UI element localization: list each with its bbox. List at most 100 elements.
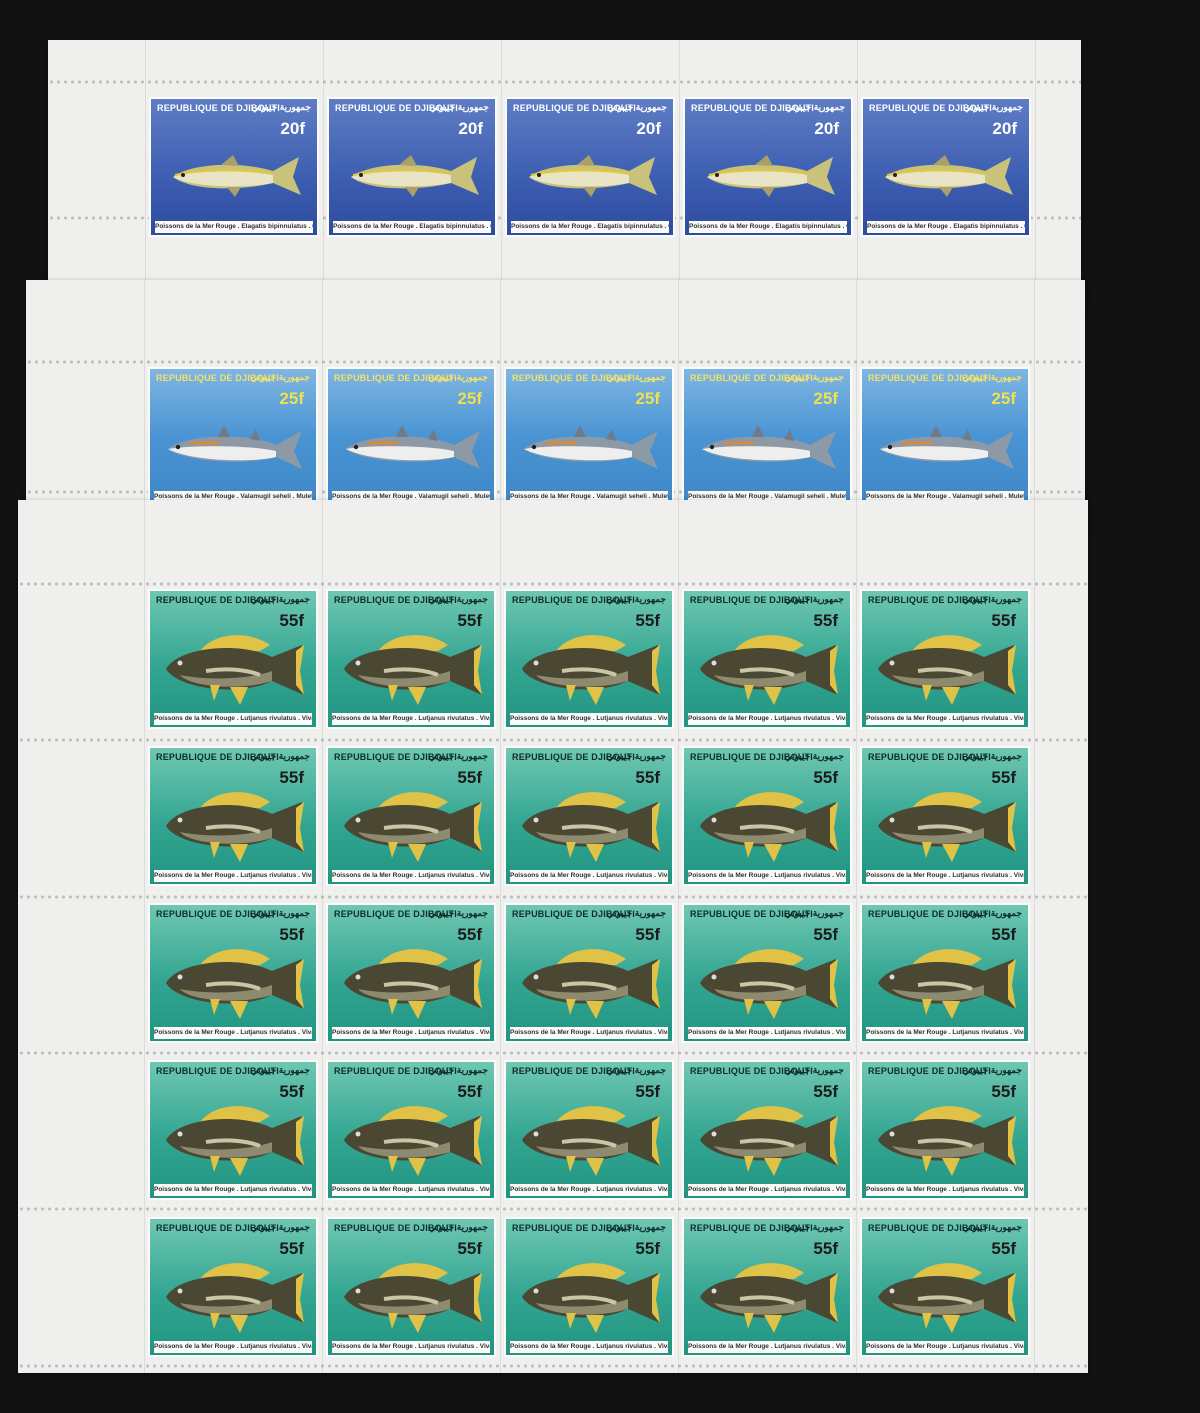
stamp-55f: REPUBLIQUE DE DJIBOUTI جمهورية جيبوتي 55f P… [682, 589, 852, 729]
gutter-line [322, 280, 323, 530]
stamp-55f: REPUBLIQUE DE DJIBOUTI جمهورية جيبوتي 55f P… [860, 589, 1030, 729]
snapper-fish-icon [878, 949, 1016, 1019]
stamp-caption: Poissons de la Mer Rouge . Lutjanus rivu… [510, 870, 668, 882]
stamp-country-arabic: جمهورية جيبوتي [606, 1222, 666, 1232]
snapper-fish-icon [700, 635, 838, 705]
stamp-25f: REPUBLIQUE DE DJIBOUTI جمهورية جيبوتي 25f P… [326, 367, 496, 507]
stamp-value: 25f [635, 389, 660, 408]
yellowtail-fish-icon [529, 155, 657, 197]
stamp-value: 55f [635, 1239, 660, 1258]
stamp-caption: Poissons de la Mer Rouge . Lutjanus rivu… [332, 1027, 490, 1039]
stamp-25f: REPUBLIQUE DE DJIBOUTI جمهورية جيبوتي 25f P… [682, 367, 852, 507]
stamp-value: 20f [992, 119, 1017, 138]
stamp-value: 55f [457, 768, 482, 787]
stamp-country-arabic: جمهورية جيبوتي [606, 594, 666, 604]
stamp-value: 55f [813, 1082, 838, 1101]
snapper-fish-icon [166, 635, 304, 705]
stamp-55f: REPUBLIQUE DE DJIBOUTI جمهورية جيبوتي 55f P… [860, 1060, 1030, 1200]
stamp-55f: REPUBLIQUE DE DJIBOUTI جمهورية جيبوتي 55f P… [148, 903, 318, 1043]
stamp-country-arabic: جمهورية جيبوتي [250, 751, 310, 761]
stamp-country-arabic: جمهورية جيبوتي [606, 908, 666, 918]
stamp-country-arabic: جمهورية جيبوتي [606, 1065, 666, 1075]
stamp-country-arabic: جمهورية جيبوتي [250, 594, 310, 604]
stamp-value: 55f [813, 768, 838, 787]
gutter-line [1034, 500, 1035, 1373]
stamp-country-arabic: جمهورية جيبوتي [962, 908, 1022, 918]
snapper-fish-icon [166, 792, 304, 862]
perforation-row [18, 1048, 1088, 1058]
stamp-caption: Poissons de la Mer Rouge . Lutjanus rivu… [332, 1184, 490, 1196]
stamp-value: 55f [813, 611, 838, 630]
stamp-caption: Poissons de la Mer Rouge . Lutjanus rivu… [154, 1027, 312, 1039]
stamp-value: 55f [279, 1082, 304, 1101]
stamp-country-arabic: جمهورية جيبوتي [962, 1222, 1022, 1232]
stamp-caption: Poissons de la Mer Rouge . Lutjanus rivu… [510, 1027, 668, 1039]
snapper-fish-icon [522, 1106, 660, 1176]
stamp-caption: Poissons de la Mer Rouge . Elagatis bipi… [867, 221, 1025, 233]
stamp-value: 55f [457, 1082, 482, 1101]
snapper-fish-icon [344, 635, 482, 705]
gutter-line [678, 280, 679, 530]
stamp-caption: Poissons de la Mer Rouge . Lutjanus rivu… [688, 1341, 846, 1353]
stamp-caption: Poissons de la Mer Rouge . Lutjanus rivu… [866, 713, 1024, 725]
stamp-country-arabic: جمهورية جيبوتي [784, 594, 844, 604]
stamp-20f: REPUBLIQUE DE DJIBOUTI جمهورية جيبوتي 20f P… [327, 97, 497, 237]
stamp-caption: Poissons de la Mer Rouge . Lutjanus rivu… [154, 870, 312, 882]
gutter-line [1034, 280, 1035, 530]
stamp-value: 55f [279, 768, 304, 787]
stamp-value: 55f [279, 611, 304, 630]
mullet-fish-icon [346, 425, 480, 469]
stamp-value: 55f [991, 925, 1016, 944]
stamp-country-arabic: جمهورية جيبوتي [250, 1065, 310, 1075]
stamp-caption: Poissons de la Mer Rouge . Lutjanus rivu… [866, 1184, 1024, 1196]
stamp-value: 20f [458, 119, 483, 138]
stamp-55f: REPUBLIQUE DE DJIBOUTI جمهورية جيبوتي 55f P… [682, 903, 852, 1043]
stamp-country-arabic: جمهورية جيبوتي [428, 1065, 488, 1075]
stamp-55f: REPUBLIQUE DE DJIBOUTI جمهورية جيبوتي 55f P… [504, 589, 674, 729]
stamp-55f: REPUBLIQUE DE DJIBOUTI جمهورية جيبوتي 55f P… [148, 589, 318, 729]
stamp-20f: REPUBLIQUE DE DJIBOUTI جمهورية جيبوتي 20f P… [861, 97, 1031, 237]
stamp-55f: REPUBLIQUE DE DJIBOUTI جمهورية جيبوتي 55f P… [860, 903, 1030, 1043]
stamp-55f: REPUBLIQUE DE DJIBOUTI جمهورية جيبوتي 55f P… [148, 746, 318, 886]
stamp-caption: Poissons de la Mer Rouge . Lutjanus rivu… [332, 1341, 490, 1353]
gutter-line [678, 500, 679, 1373]
yellowtail-fish-icon [351, 155, 479, 197]
snapper-fish-icon [878, 792, 1016, 862]
snapper-fish-icon [522, 792, 660, 862]
stamp-caption: Poissons de la Mer Rouge . Lutjanus rivu… [510, 713, 668, 725]
stamp-55f: REPUBLIQUE DE DJIBOUTI جمهورية جيبوتي 55f P… [504, 746, 674, 886]
stamp-value: 55f [457, 925, 482, 944]
stamp-country-arabic: جمهورية جيبوتي [784, 1065, 844, 1075]
stamp-20f: REPUBLIQUE DE DJIBOUTI جمهورية جيبوتي 20f P… [683, 97, 853, 237]
stamp-country-arabic: جمهورية جيبوتي [785, 102, 845, 112]
gutter-line [323, 40, 324, 310]
stamp-55f: REPUBLIQUE DE DJIBOUTI جمهورية جيبوتي 55f P… [682, 1217, 852, 1357]
stamp-value: 55f [813, 925, 838, 944]
stamp-55f: REPUBLIQUE DE DJIBOUTI جمهورية جيبوتي 55f P… [326, 903, 496, 1043]
stamp-country-arabic: جمهورية جيبوتي [606, 751, 666, 761]
stamp-country-arabic: جمهورية جيبوتي [250, 1222, 310, 1232]
stamp-caption: Poissons de la Mer Rouge . Lutjanus rivu… [866, 870, 1024, 882]
stamp-caption: Poissons de la Mer Rouge . Lutjanus rivu… [332, 713, 490, 725]
mullet-fish-icon [702, 425, 836, 469]
stamp-value: 25f [279, 389, 304, 408]
stamp-55f: REPUBLIQUE DE DJIBOUTI جمهورية جيبوتي 55f P… [148, 1217, 318, 1357]
stamp-55f: REPUBLIQUE DE DJIBOUTI جمهورية جيبوتي 55f P… [504, 1217, 674, 1357]
stamp-sheet-25f: REPUBLIQUE DE DJIBOUTI جمهورية جيبوتي 25f P… [26, 280, 1085, 530]
stamp-25f: REPUBLIQUE DE DJIBOUTI جمهورية جيبوتي 25f P… [860, 367, 1030, 507]
stamp-value: 25f [813, 389, 838, 408]
perforation-row [18, 1204, 1088, 1214]
stamp-country-arabic: جمهورية جيبوتي [607, 102, 667, 112]
perforation-row [18, 1361, 1088, 1371]
stamp-value: 20f [636, 119, 661, 138]
stamp-caption: Poissons de la Mer Rouge . Lutjanus rivu… [688, 1184, 846, 1196]
snapper-fish-icon [344, 1106, 482, 1176]
stamp-55f: REPUBLIQUE DE DJIBOUTI جمهورية جيبوتي 55f P… [326, 1060, 496, 1200]
stamp-country-arabic: جمهورية جيبوتي [429, 102, 489, 112]
stamp-25f: REPUBLIQUE DE DJIBOUTI جمهورية جيبوتي 25f P… [504, 367, 674, 507]
stamp-caption: Poissons de la Mer Rouge . Lutjanus rivu… [510, 1184, 668, 1196]
gutter-line [857, 40, 858, 310]
yellowtail-fish-icon [885, 155, 1013, 197]
stamp-country-arabic: جمهورية جيبوتي [428, 372, 488, 382]
gutter-line [856, 280, 857, 530]
